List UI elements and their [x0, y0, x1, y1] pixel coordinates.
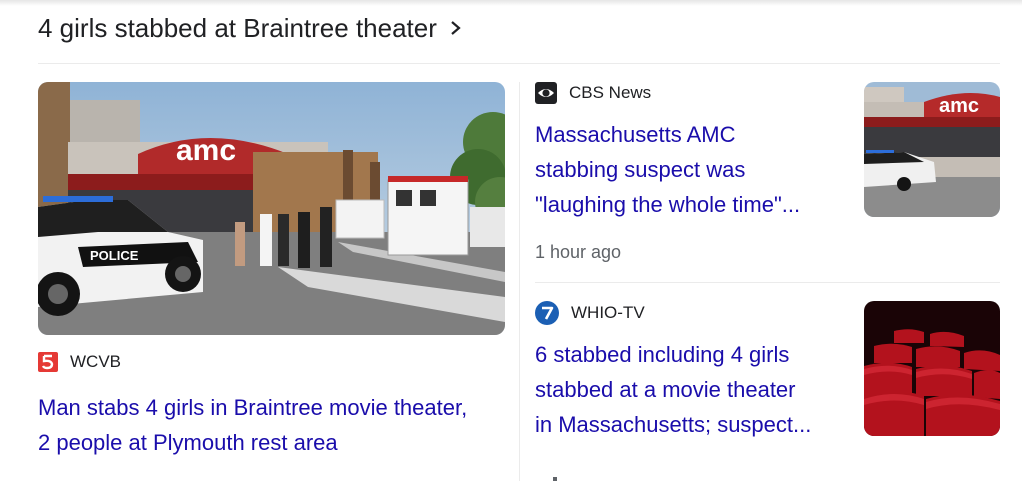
- column-divider: [519, 82, 520, 481]
- title-line: Massachusetts AMC: [535, 122, 736, 147]
- story-title-wcvb[interactable]: Man stabs 4 girls in Braintree movie the…: [38, 390, 467, 460]
- title-line: in Massachusetts; suspect...: [535, 412, 812, 437]
- story-thumbnail-seats[interactable]: [864, 301, 1000, 436]
- topic-heading[interactable]: 4 girls stabbed at Braintree theater: [38, 12, 463, 44]
- amc-sign: amc: [939, 95, 979, 117]
- title-line: stabbed at a movie theater: [535, 377, 796, 402]
- title-line: "laughing the whole time"...: [535, 192, 801, 217]
- chevron-right-icon: [451, 21, 461, 35]
- story-thumbnail-amc[interactable]: amc: [864, 82, 1000, 217]
- title-line: stabbing suspect was: [535, 157, 746, 182]
- story-time: 1 hour ago: [535, 242, 622, 262]
- top-shadow: [0, 0, 1022, 6]
- amc-sign: amc: [176, 134, 236, 167]
- source-whio: WHIO-TV: [535, 301, 645, 325]
- source-name: WHIO-TV: [571, 303, 645, 322]
- source-cbs: CBS News: [535, 82, 651, 104]
- police-text: POLICE: [90, 248, 139, 263]
- story-title-whio[interactable]: 6 stabbed including 4 girls stabbed at a…: [535, 337, 811, 442]
- story-image-amc-police[interactable]: amc POLICE: [38, 82, 505, 335]
- source-name: WCVB: [70, 352, 121, 371]
- title-line: 2 people at Plymouth rest area: [38, 430, 338, 455]
- whio-7-logo-icon: [535, 301, 559, 325]
- cbs-eye-logo-icon: [535, 82, 557, 104]
- source-name: CBS News: [569, 83, 652, 102]
- partial-icon-offscreen: [553, 477, 557, 481]
- story-divider: [535, 282, 1000, 283]
- title-line: 6 stabbed including 4 girls: [535, 342, 790, 367]
- title-line: Man stabs 4 girls in Braintree movie the…: [38, 395, 468, 420]
- wcvb-5-logo-icon: [38, 352, 58, 372]
- topic-title: 4 girls stabbed at Braintree theater: [38, 12, 437, 43]
- divider: [38, 63, 1000, 64]
- source-wcvb: WCVB: [38, 352, 121, 372]
- story-title-cbs[interactable]: Massachusetts AMC stabbing suspect was "…: [535, 117, 800, 222]
